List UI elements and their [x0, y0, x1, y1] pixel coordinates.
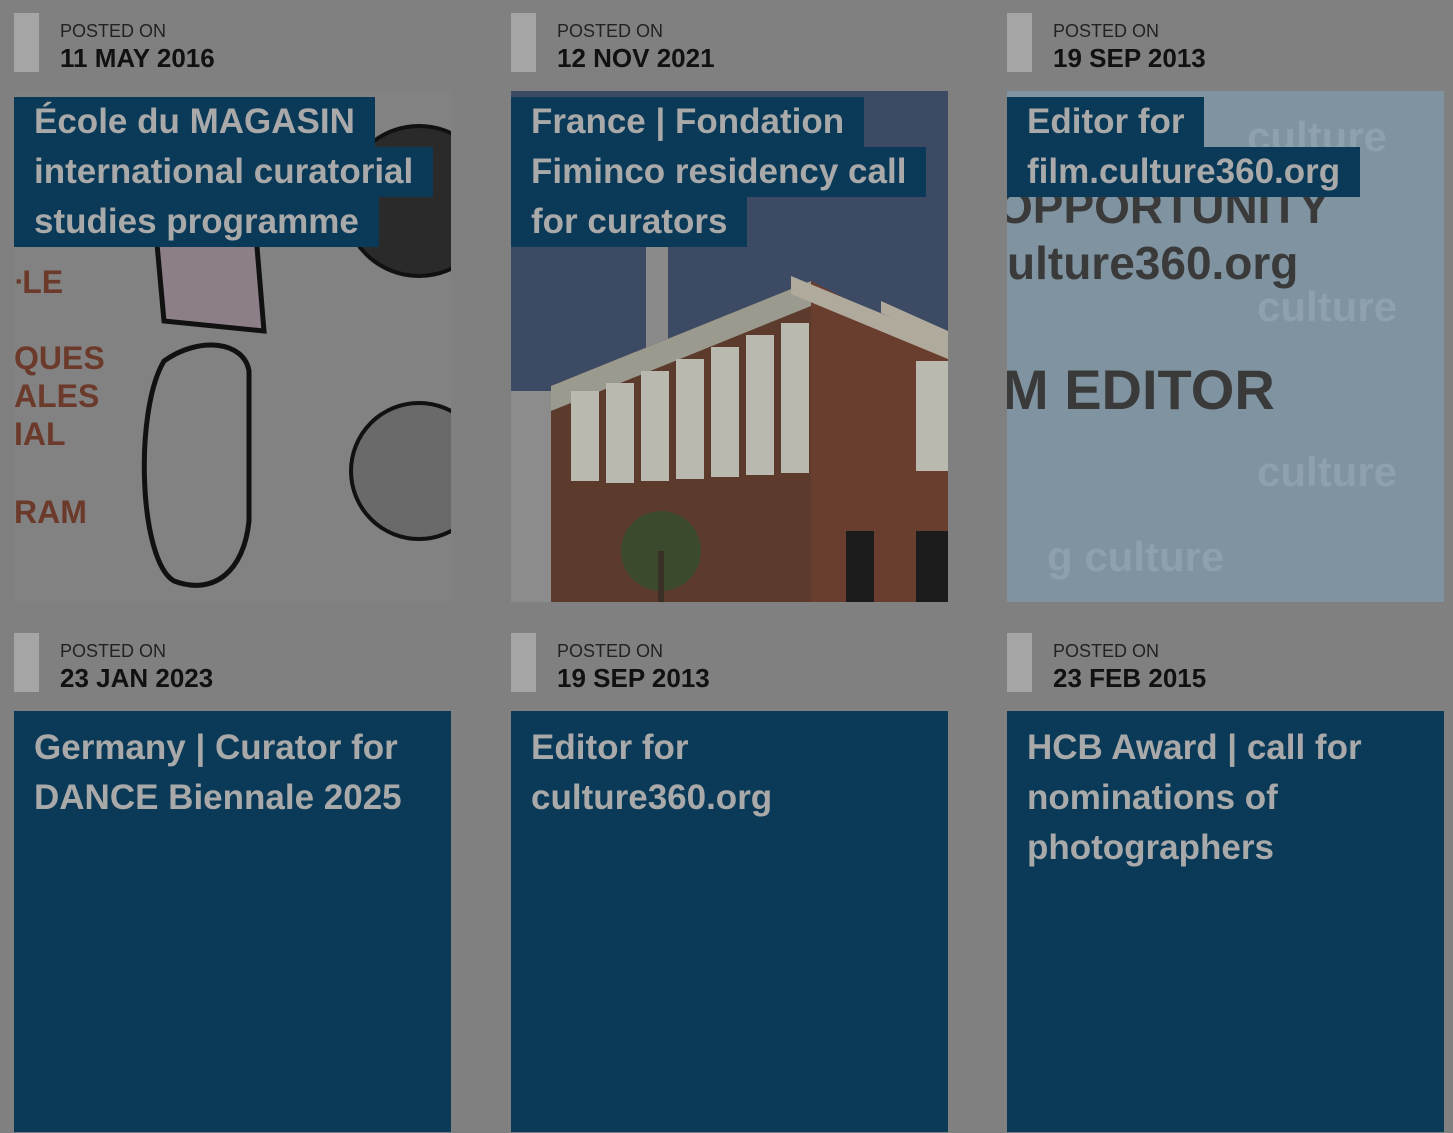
posted-on-label: POSTED ON [557, 21, 664, 41]
post-title-line[interactable]: international curatorial [14, 147, 434, 197]
post-title-line[interactable]: photographers [1007, 823, 1294, 873]
post-thumbnail[interactable]: ᐧLE QUES ALES IAL RAM École du MAGASIN i… [14, 91, 451, 602]
posted-date-row: POSTED ON 11 MAY 2016 [14, 13, 451, 73]
post-card[interactable]: POSTED ON 12 NOV 2021 France | Fondation… [511, 13, 948, 602]
svg-text:culture: culture [1257, 448, 1397, 495]
banner-text: M EDITOR [1007, 358, 1275, 421]
banner-text: ulture360.org [1007, 237, 1298, 289]
posted-on-label: POSTED ON [1053, 21, 1160, 41]
date-accent-bar [511, 13, 536, 72]
posted-on-label: POSTED ON [60, 641, 167, 661]
posted-date-row: POSTED ON 19 SEP 2013 [511, 633, 948, 693]
post-date: 23 JAN 2023 [60, 663, 214, 693]
posted-on-label: POSTED ON [1053, 641, 1160, 661]
posted-date-row: POSTED ON 19 SEP 2013 [1007, 13, 1444, 73]
post-date: 23 FEB 2015 [1053, 663, 1207, 693]
post-title-line[interactable]: studies programme [14, 197, 379, 247]
post-title-line[interactable]: DANCE Biennale 2025 [14, 773, 422, 823]
post-date: 12 NOV 2021 [557, 43, 715, 73]
post-card[interactable]: POSTED ON 23 JAN 2023 Germany | Curator … [14, 633, 451, 1132]
post-title-line[interactable]: Editor for [511, 723, 708, 773]
post-title-line[interactable]: HCB Award | call for [1007, 723, 1382, 773]
post-title[interactable]: Germany | Curator for DANCE Biennale 202… [14, 723, 422, 823]
post-title[interactable]: Editor for film.culture360.org [1007, 97, 1361, 197]
post-date: 11 MAY 2016 [60, 43, 215, 73]
post-title-block[interactable]: HCB Award | call for nominations of phot… [1007, 711, 1444, 1132]
date-accent-bar [1007, 13, 1032, 72]
poster-text: IAL [14, 416, 66, 452]
poster-text: QUES [14, 340, 105, 376]
posted-date-row: POSTED ON 23 FEB 2015 [1007, 633, 1444, 693]
poster-text: ᐧLE [14, 264, 63, 300]
post-title-line[interactable]: for curators [511, 197, 748, 247]
post-title-block[interactable]: Editor for culture360.org [511, 711, 948, 1132]
post-title[interactable]: Editor for culture360.org [511, 723, 792, 823]
post-title[interactable]: France | Fondation Fiminco residency cal… [511, 97, 927, 247]
post-title[interactable]: HCB Award | call for nominations of phot… [1007, 723, 1382, 873]
post-title[interactable]: École du MAGASIN international curatoria… [14, 97, 434, 247]
posted-date-row: POSTED ON 12 NOV 2021 [511, 13, 948, 73]
date-accent-bar [511, 633, 536, 692]
post-title-line[interactable]: film.culture360.org [1007, 147, 1361, 197]
post-card[interactable]: POSTED ON 19 SEP 2013 culture culture cu… [1007, 13, 1444, 602]
post-title-line[interactable]: France | Fondation [511, 97, 865, 147]
post-title-line[interactable]: nominations of [1007, 773, 1298, 823]
date-accent-bar [1007, 633, 1032, 692]
posted-date-row: POSTED ON 23 JAN 2023 [14, 633, 451, 693]
post-thumbnail[interactable]: culture culture culture g culture OPPORT… [1007, 91, 1444, 602]
poster-text: RAM [14, 494, 87, 530]
date-accent-bar [14, 633, 39, 692]
post-title-line[interactable]: Editor for [1007, 97, 1205, 147]
posted-on-label: POSTED ON [60, 21, 167, 41]
post-thumbnail[interactable]: France | Fondation Fiminco residency cal… [511, 91, 948, 602]
post-title-line[interactable]: Fiminco residency call [511, 147, 927, 197]
post-card[interactable]: POSTED ON 11 MAY 2016 ᐧLE QUES ALES IAL … [14, 13, 451, 602]
post-title-line[interactable]: Germany | Curator for [14, 723, 418, 773]
date-accent-bar [14, 13, 39, 72]
svg-text:g culture: g culture [1047, 533, 1224, 580]
post-card[interactable]: POSTED ON 19 SEP 2013 Editor for culture… [511, 633, 948, 1132]
svg-text:culture: culture [1257, 283, 1397, 330]
post-date: 19 SEP 2013 [557, 663, 710, 693]
post-title-line[interactable]: culture360.org [511, 773, 792, 823]
post-card[interactable]: POSTED ON 23 FEB 2015 HCB Award | call f… [1007, 633, 1444, 1132]
posted-on-label: POSTED ON [557, 641, 664, 661]
post-date: 19 SEP 2013 [1053, 43, 1206, 73]
post-title-block[interactable]: Germany | Curator for DANCE Biennale 202… [14, 711, 451, 1132]
poster-text: ALES [14, 378, 99, 414]
post-title-line[interactable]: École du MAGASIN [14, 97, 375, 147]
